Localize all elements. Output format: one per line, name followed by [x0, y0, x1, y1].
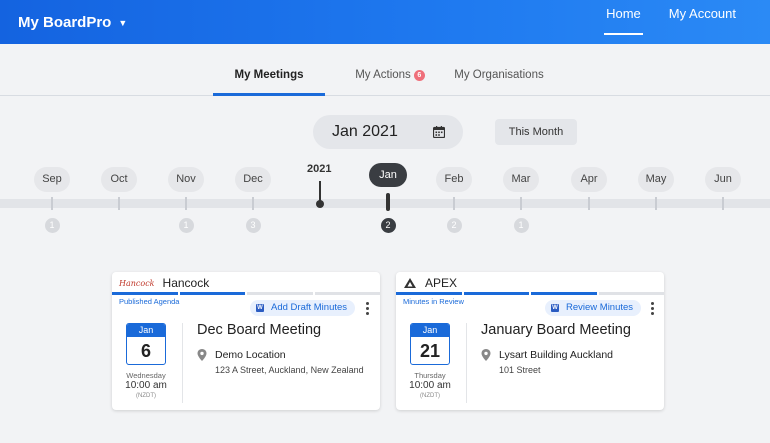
- timeline-tick: [520, 197, 522, 210]
- timeline-month[interactable]: Apr: [571, 167, 607, 192]
- meeting-location: Lysart Building Auckland: [499, 349, 614, 361]
- this-month-button[interactable]: This Month: [495, 119, 577, 145]
- app-name: My BoardPro: [18, 13, 112, 31]
- calendar-icon: [433, 126, 445, 138]
- meeting-weekday: Wednesday: [126, 371, 166, 380]
- meeting-status: Minutes in Review: [403, 297, 464, 306]
- location-pin-icon: [481, 349, 491, 361]
- meeting-date-badge: Jan 6: [126, 323, 166, 365]
- meeting-location: Demo Location: [215, 349, 286, 361]
- timeline-tick: [252, 197, 254, 210]
- divider: [466, 323, 467, 403]
- tab-label: My Actions: [355, 69, 411, 81]
- timeline-tick: [118, 197, 120, 210]
- meeting-time: 10:00 am: [125, 380, 167, 391]
- action-label: Add Draft Minutes: [271, 302, 348, 313]
- year-marker-label: 2021: [307, 163, 332, 175]
- meeting-day: 6: [140, 341, 151, 361]
- tab-my-organisations[interactable]: My Organisations: [449, 58, 549, 96]
- timeline-month[interactable]: Sep: [34, 167, 70, 192]
- timeline-tick: [655, 197, 657, 210]
- meeting-count-badge[interactable]: 2: [446, 218, 462, 233]
- meeting-count-badge[interactable]: 1: [513, 218, 529, 233]
- meeting-status: Published Agenda: [119, 297, 180, 306]
- meeting-month: Jan: [127, 324, 165, 337]
- meeting-time: 10:00 am: [409, 380, 451, 391]
- timeline-tick: [453, 197, 455, 210]
- word-doc-icon: W: [256, 304, 264, 312]
- meeting-progress-bar: [396, 292, 664, 295]
- meeting-title[interactable]: Dec Board Meeting: [197, 322, 321, 338]
- timeline-tick-current: [386, 193, 390, 211]
- nav-my-account[interactable]: My Account: [655, 0, 750, 44]
- organisation-logo: [404, 278, 416, 288]
- month-picker[interactable]: Jan 2021: [313, 115, 463, 149]
- top-nav: Home My Account: [592, 0, 750, 44]
- organisation-name: APEX: [425, 276, 458, 290]
- nav-home[interactable]: Home: [592, 0, 655, 44]
- tab-label: My Meetings: [234, 69, 304, 81]
- meeting-day: 21: [419, 341, 441, 361]
- timeline-month[interactable]: Jun: [705, 167, 741, 192]
- location-pin-icon: [197, 349, 207, 361]
- action-label: Review Minutes: [566, 302, 634, 313]
- divider: [182, 323, 183, 403]
- timeline-month[interactable]: Oct: [101, 167, 137, 192]
- timeline-tick: [588, 197, 590, 210]
- organisation-header: APEX: [403, 274, 457, 292]
- add-draft-minutes-button[interactable]: W Add Draft Minutes: [250, 300, 356, 316]
- timeline-tick: [722, 197, 724, 210]
- timeline-tick: [51, 197, 53, 210]
- tab-my-meetings[interactable]: My Meetings: [213, 58, 325, 96]
- top-bar: My BoardPro ▼ Home My Account: [0, 0, 770, 44]
- meeting-count-badge[interactable]: 3: [245, 218, 261, 233]
- month-picker-value: Jan 2021: [332, 123, 398, 140]
- meeting-timezone: (NZDT): [420, 393, 440, 399]
- meeting-month: Jan: [411, 324, 449, 337]
- meeting-title[interactable]: January Board Meeting: [481, 322, 631, 338]
- meeting-count-badge-current[interactable]: 2: [380, 218, 396, 233]
- meeting-count-badge[interactable]: 1: [44, 218, 60, 233]
- timeline-tick: [185, 197, 187, 210]
- organisation-header: Hancock Hancock: [119, 274, 209, 292]
- timeline-month[interactable]: Feb: [436, 167, 472, 192]
- meeting-card[interactable]: APEX Minutes in Review W Review Minutes …: [396, 272, 664, 410]
- word-doc-icon: W: [551, 304, 559, 312]
- meeting-tabs: My Meetings My Actions 6 My Organisations: [0, 58, 770, 96]
- timeline-month[interactable]: Nov: [168, 167, 204, 192]
- meeting-weekday: Thursday: [414, 371, 446, 380]
- chevron-down-icon: ▼: [118, 17, 128, 28]
- organisation-logo: Hancock: [119, 278, 155, 288]
- meeting-progress-bar: [112, 292, 380, 295]
- review-minutes-button[interactable]: W Review Minutes: [545, 300, 642, 316]
- meeting-count-badge[interactable]: 1: [178, 218, 194, 233]
- timeline-month[interactable]: Mar: [503, 167, 539, 192]
- meeting-card[interactable]: Hancock Hancock Published Agenda W Add D…: [112, 272, 380, 410]
- meeting-address: 123 A Street, Auckland, New Zealand: [215, 365, 364, 375]
- timeline-month[interactable]: Dec: [235, 167, 271, 192]
- meeting-date-badge: Jan 21: [410, 323, 450, 365]
- year-marker-dot: [316, 200, 324, 208]
- meeting-address: 101 Street: [499, 365, 541, 375]
- app-switcher[interactable]: My BoardPro ▼: [18, 0, 127, 44]
- organisation-name: Hancock: [162, 276, 210, 290]
- timeline-month-current[interactable]: Jan: [369, 163, 407, 187]
- meeting-timezone: (NZDT): [136, 393, 156, 399]
- timeline-month[interactable]: May: [638, 167, 674, 192]
- tab-label: My Organisations: [454, 69, 544, 81]
- more-options-icon[interactable]: [648, 300, 656, 316]
- more-options-icon[interactable]: [363, 300, 371, 316]
- actions-count-badge: 6: [413, 70, 425, 81]
- tab-my-actions[interactable]: My Actions 6: [340, 58, 440, 96]
